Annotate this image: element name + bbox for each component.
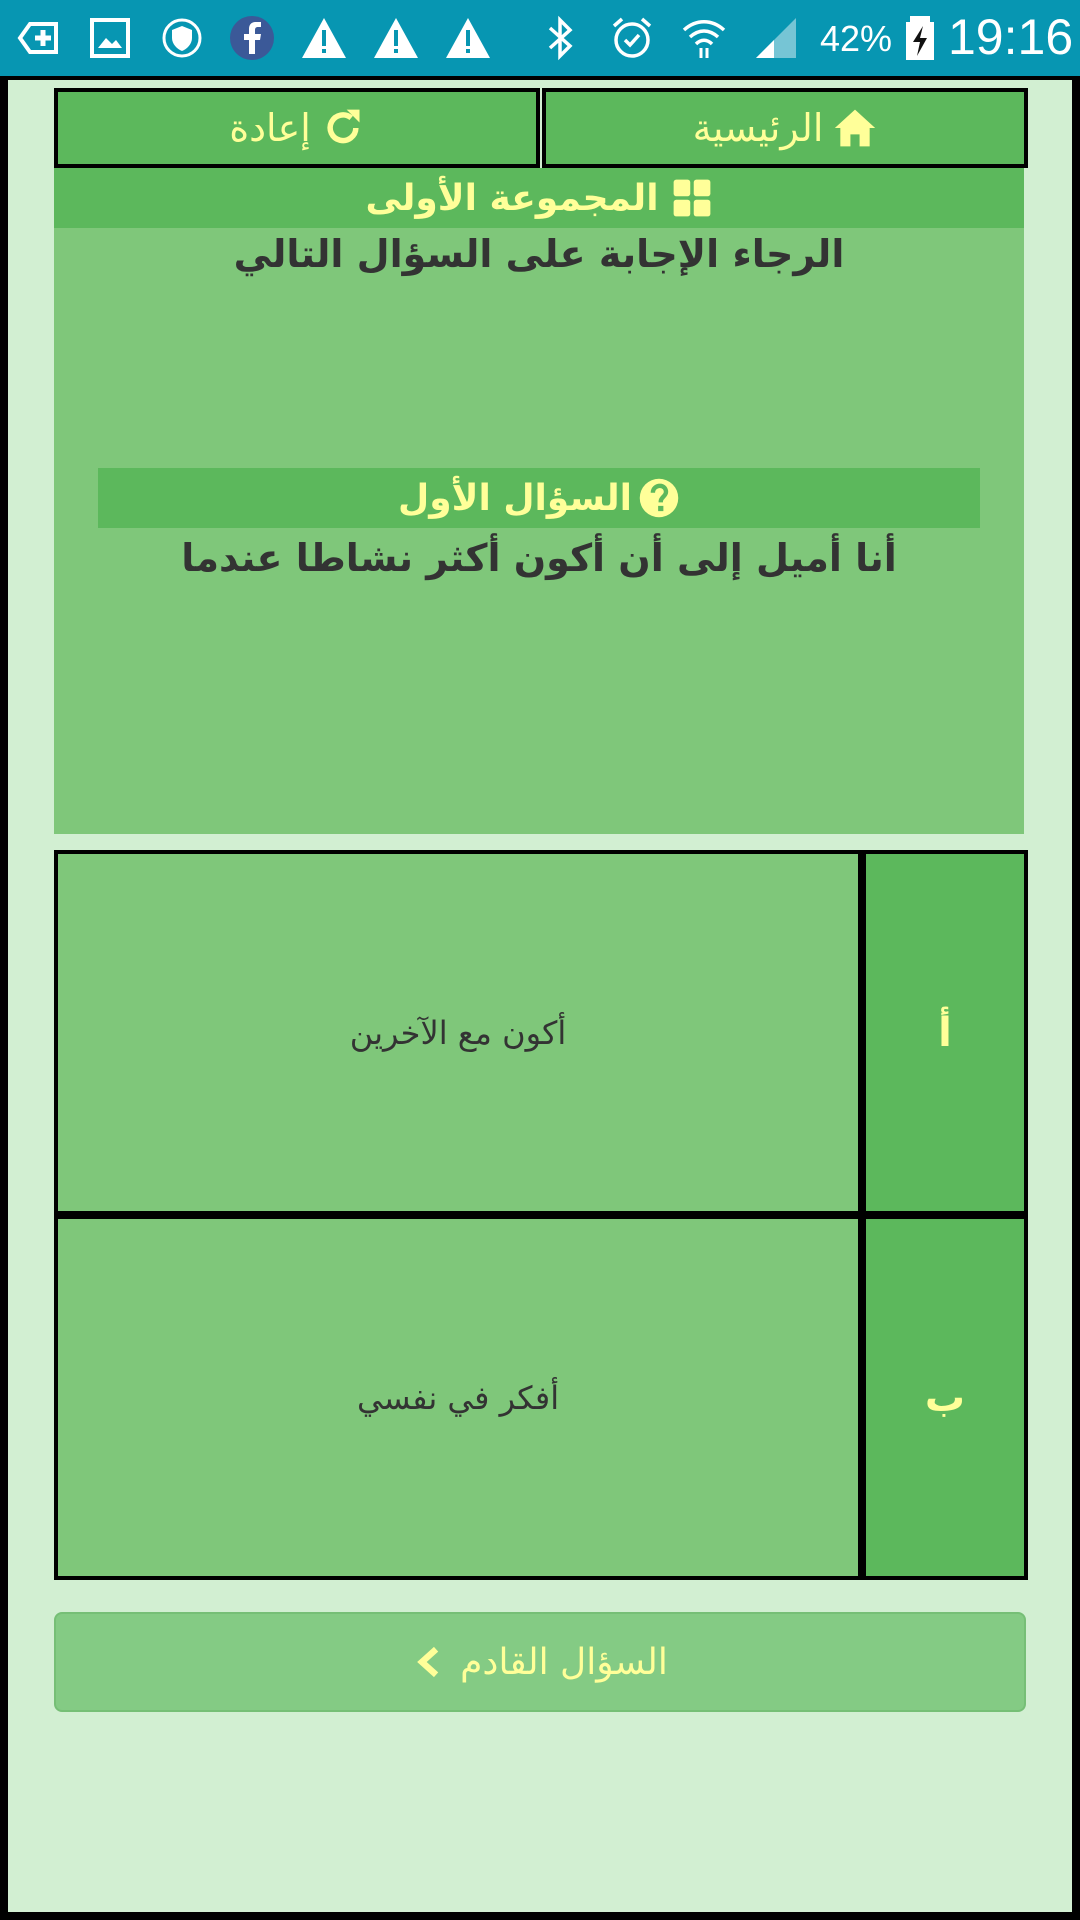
warning-icon: [302, 18, 346, 58]
wifi-icon: [682, 20, 726, 58]
chevron-left-icon: [417, 1646, 439, 1678]
reset-label: إعادة: [229, 106, 311, 150]
bluetooth-icon: [548, 15, 573, 61]
warning-icon: [446, 18, 490, 58]
add-icon: [17, 22, 58, 54]
group-title: المجموعة الأولى: [365, 177, 659, 219]
status-bar: 42% 19:16: [0, 0, 1080, 76]
question-panel: المجموعة الأولى الرجاء الإجابة على السؤا…: [54, 168, 1024, 834]
instruction-text: الرجاء الإجابة على السؤال التالي: [233, 232, 845, 276]
question-circle-icon: [639, 478, 679, 518]
shield-icon: [162, 18, 202, 58]
question-title: السؤال الأول: [398, 477, 632, 519]
home-label: الرئيسية: [692, 106, 824, 150]
answer-option-b[interactable]: أفكر في نفسي ب: [58, 1219, 1024, 1576]
next-question-button[interactable]: السؤال القادم: [54, 1612, 1026, 1712]
grid-icon: [673, 179, 710, 217]
question-text: أنا أميل إلى أن أكون أكثر نشاطا عندما: [181, 536, 897, 580]
home-button[interactable]: الرئيسية: [542, 88, 1028, 168]
reset-button[interactable]: إعادة: [54, 88, 540, 168]
answer-text[interactable]: أكون مع الآخرين: [58, 854, 858, 1211]
answer-option-a[interactable]: أكون مع الآخرين أ: [58, 854, 1024, 1211]
question-header: السؤال الأول: [98, 468, 980, 528]
group-header: المجموعة الأولى: [54, 168, 1024, 228]
battery-percent: 42%: [820, 18, 893, 59]
next-question-label: السؤال القادم: [460, 1641, 668, 1683]
battery-charging-icon: [906, 16, 934, 60]
gallery-icon: [90, 18, 130, 58]
app-screen: الرئيسية إعادة المجموعة الأولى الرجاء ال…: [8, 80, 1072, 1912]
home-icon: [835, 109, 876, 147]
nav-bar: الرئيسية إعادة: [54, 88, 1028, 168]
signal-icon: [756, 18, 796, 58]
clock: 19:16: [948, 9, 1074, 65]
answer-letter[interactable]: أ: [866, 854, 1024, 1211]
alarm-icon: [612, 17, 652, 58]
answer-letter[interactable]: ب: [866, 1219, 1024, 1576]
answer-text[interactable]: أفكر في نفسي: [58, 1219, 858, 1576]
answers-table: أكون مع الآخرين أ أفكر في نفسي ب: [54, 850, 1028, 1580]
facebook-icon: [230, 16, 274, 60]
warning-icon: [374, 18, 418, 58]
refresh-icon: [327, 109, 360, 144]
